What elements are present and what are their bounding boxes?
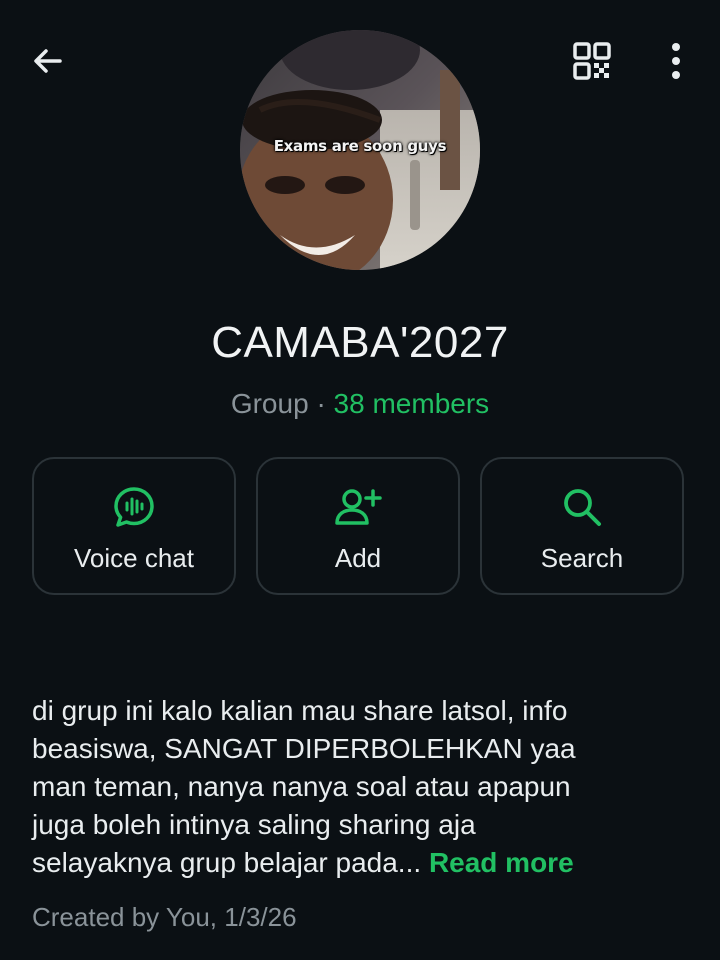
description-line: man teman, nanya nanya soal atau apapun xyxy=(32,771,571,802)
qr-code-icon xyxy=(573,42,611,80)
avatar-caption: Exams are soon guys xyxy=(273,137,447,155)
description-line: selayaknya grup belajar pada... xyxy=(32,847,422,878)
group-name: CAMABA'2027 xyxy=(211,318,509,367)
read-more-link[interactable]: Read more xyxy=(429,847,574,878)
members-count-link[interactable]: 38 members xyxy=(334,388,490,419)
action-buttons-row: Voice chat Add Search xyxy=(32,457,688,599)
arrow-left-icon xyxy=(34,49,62,73)
add-person-icon xyxy=(335,489,382,525)
description-line: juga boleh intinya saling sharing aja xyxy=(32,809,476,840)
voice-chat-label: Voice chat xyxy=(74,543,194,573)
search-label: Search xyxy=(540,543,624,573)
more-options-button[interactable] xyxy=(648,33,704,89)
description-line: beasiswa, SANGAT DIPERBOLEHKAN yaa xyxy=(32,733,576,764)
add-label: Add xyxy=(334,543,382,573)
more-vertical-icon xyxy=(672,43,680,79)
group-description: di grup ini kalo kalian mau share latsol… xyxy=(32,692,692,882)
group-subtitle: Group · 38 members xyxy=(0,388,720,420)
search-icon xyxy=(564,489,601,526)
subtitle-separator: · xyxy=(316,388,326,419)
voice-chat-button[interactable]: Voice chat xyxy=(32,457,236,595)
search-button[interactable]: Search xyxy=(480,457,684,595)
created-info: Created by You, 1/3/26 xyxy=(32,902,297,932)
description-last-line: selayaknya grup belajar pada... Read mor… xyxy=(32,844,692,882)
description-line: di grup ini kalo kalian mau share latsol… xyxy=(32,695,568,726)
group-avatar[interactable]: Exams are soon guys xyxy=(240,30,480,270)
qr-code-button[interactable] xyxy=(564,33,620,89)
add-member-button[interactable]: Add xyxy=(256,457,460,595)
group-type-label: Group xyxy=(230,388,309,419)
voice-chat-icon xyxy=(114,487,154,527)
back-button[interactable] xyxy=(20,33,76,89)
